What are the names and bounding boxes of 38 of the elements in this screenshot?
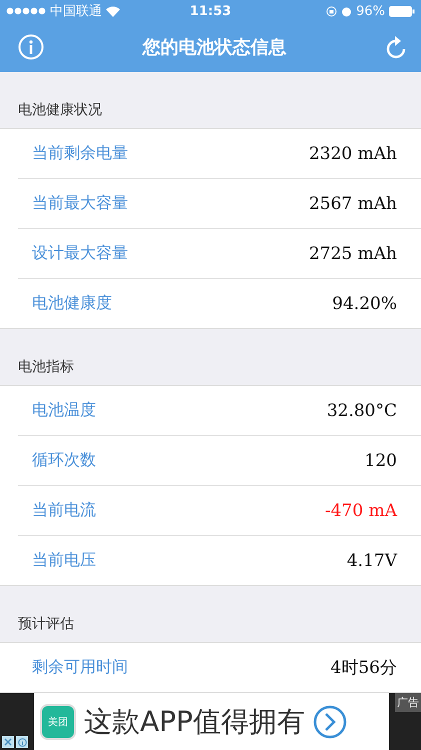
row-value: 120 — [364, 450, 397, 470]
alarm-icon — [341, 6, 352, 16]
row-label: 剩余可用时间 — [32, 657, 128, 678]
wifi-icon — [106, 6, 120, 16]
row-value: 2567 mAh — [308, 194, 397, 214]
carrier-name: 中国联通 — [50, 3, 102, 20]
section-header: 预计评估 — [18, 615, 74, 633]
row-value: 4.17V — [346, 550, 397, 570]
row-value: 2725 mAh — [308, 244, 397, 264]
app-logo: 美团 — [40, 704, 76, 740]
row-value: 2320 mAh — [308, 144, 397, 164]
row-value: -470 mA — [325, 500, 397, 520]
close-icon[interactable] — [2, 736, 14, 748]
nav-title: 您的电池状态信息 — [142, 36, 286, 59]
info-icon[interactable] — [16, 736, 28, 748]
row-label: 电池温度 — [32, 400, 96, 421]
section-header: 电池健康状况 — [18, 101, 102, 119]
row-value: 4时56分 — [330, 657, 397, 679]
section-header: 电池指标 — [18, 358, 74, 376]
row-label: 当前电流 — [32, 500, 96, 521]
row-value: 94.20% — [332, 294, 397, 314]
battery-icon — [388, 6, 415, 16]
ad-label: 广告 — [395, 693, 421, 712]
rotation-lock-icon — [326, 6, 338, 16]
battery-percent: 96% — [356, 4, 385, 18]
row-label: 设计最大容量 — [32, 243, 128, 264]
chevron-circle-icon[interactable] — [312, 704, 347, 738]
ad-text: 这款APP值得拥有 — [84, 704, 305, 740]
ad-banner[interactable]: 美团 这款APP值得拥有 广告 — [0, 693, 421, 750]
row-label: 当前电压 — [32, 550, 96, 571]
refresh-icon[interactable] — [385, 34, 407, 60]
row-label: 电池健康度 — [32, 293, 112, 314]
row-label: 循环次数 — [32, 450, 96, 471]
row-label: 当前剩余电量 — [32, 143, 128, 164]
signal-icon — [6, 7, 46, 15]
status-time: 11:53 — [190, 4, 232, 18]
row-value: 32.80°C — [326, 400, 397, 420]
row-label: 当前最大容量 — [32, 193, 128, 214]
